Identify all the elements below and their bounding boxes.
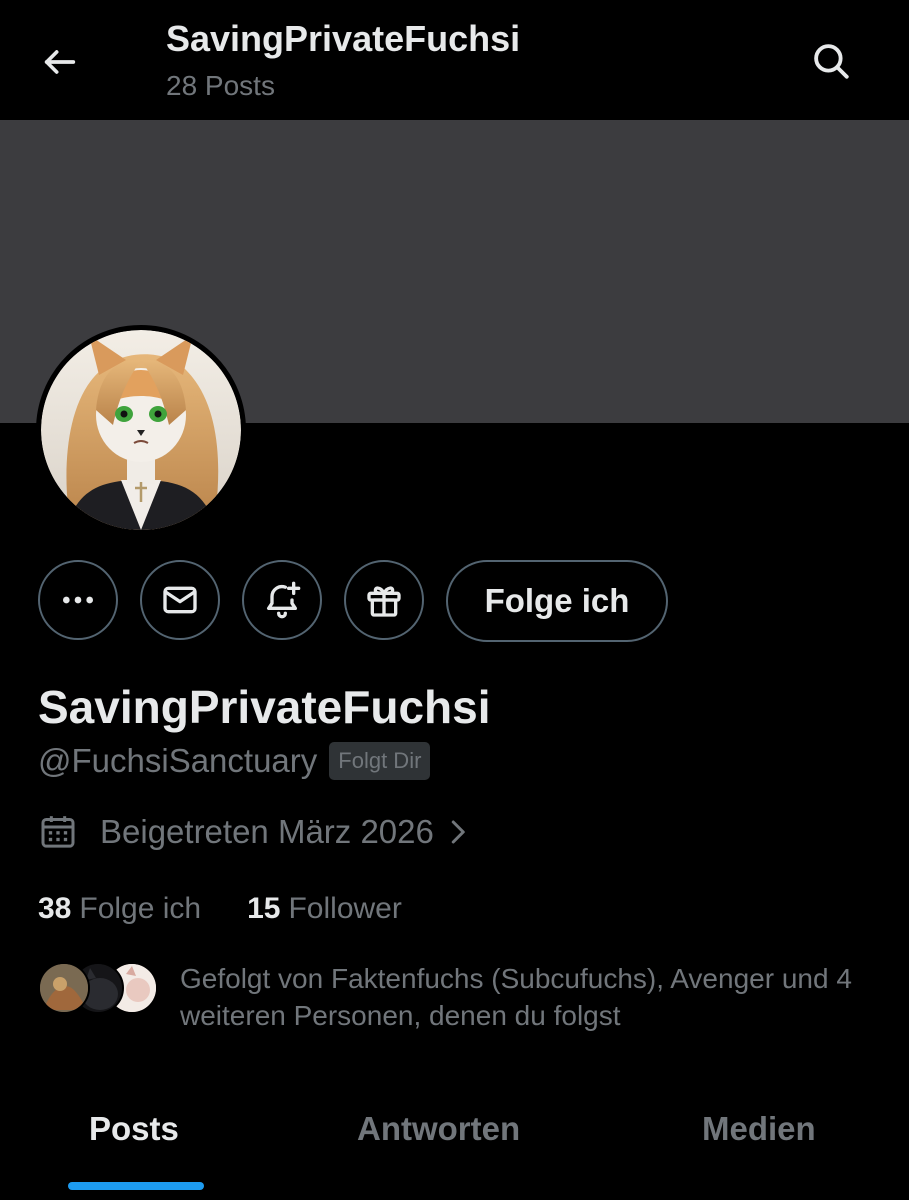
following-button[interactable]: Folge ich [446, 560, 668, 642]
message-button[interactable] [140, 560, 220, 640]
followers-count: 15 [247, 892, 281, 925]
following-stat[interactable]: 38 Folge ich [38, 892, 201, 926]
joined-date-row[interactable]: Beigetreten März 2026 [38, 812, 472, 852]
handle-row: @FuchsiSanctuary Folgt Dir [38, 742, 431, 780]
gift-icon [367, 586, 401, 617]
more-dots-icon [63, 596, 93, 604]
gift-button[interactable] [344, 560, 424, 640]
envelope-icon [163, 586, 197, 614]
active-tab-indicator [68, 1182, 204, 1190]
follows-you-badge: Folgt Dir [329, 742, 431, 780]
profile-handle: @FuchsiSanctuary [38, 742, 318, 779]
profile-tabs: Posts Antworten Medien [0, 1090, 909, 1200]
search-icon [814, 44, 849, 79]
tab-replies[interactable]: Antworten [357, 1110, 520, 1148]
bell-plus-icon [267, 581, 301, 619]
top-bar: SavingPrivateFuchsi 28 Posts [0, 0, 909, 120]
avatar-fox-illustration [41, 330, 241, 530]
chevron-right-icon [442, 817, 472, 847]
following-label: Folge ich [79, 892, 202, 925]
tab-posts[interactable]: Posts [89, 1110, 179, 1148]
followed-by-text: Gefolgt von Faktenfuchs (Subcufuchs), Av… [180, 963, 852, 1031]
back-button[interactable] [36, 38, 84, 86]
following-count: 38 [38, 892, 72, 925]
notify-button[interactable] [242, 560, 322, 640]
tab-media[interactable]: Medien [702, 1110, 816, 1148]
arrow-left-icon [44, 50, 76, 74]
follower-avatar-1 [38, 962, 90, 1014]
follow-stats: 38 Folge ich 15 Follower [38, 892, 402, 926]
posts-count: 28 Posts [166, 70, 275, 101]
profile-avatar[interactable] [36, 325, 246, 535]
search-button[interactable] [806, 36, 856, 86]
joined-date: Beigetreten März 2026 [100, 813, 434, 850]
calendar-icon [41, 816, 75, 848]
more-button[interactable] [38, 560, 118, 640]
followers-stat[interactable]: 15 Follower [247, 892, 402, 926]
followed-by-row[interactable]: Gefolgt von Faktenfuchs (Subcufuchs), Av… [38, 960, 888, 1040]
profile-display-name: SavingPrivateFuchsi [38, 681, 491, 733]
followers-label: Follower [288, 892, 402, 925]
header-title: SavingPrivateFuchsi [166, 18, 521, 59]
